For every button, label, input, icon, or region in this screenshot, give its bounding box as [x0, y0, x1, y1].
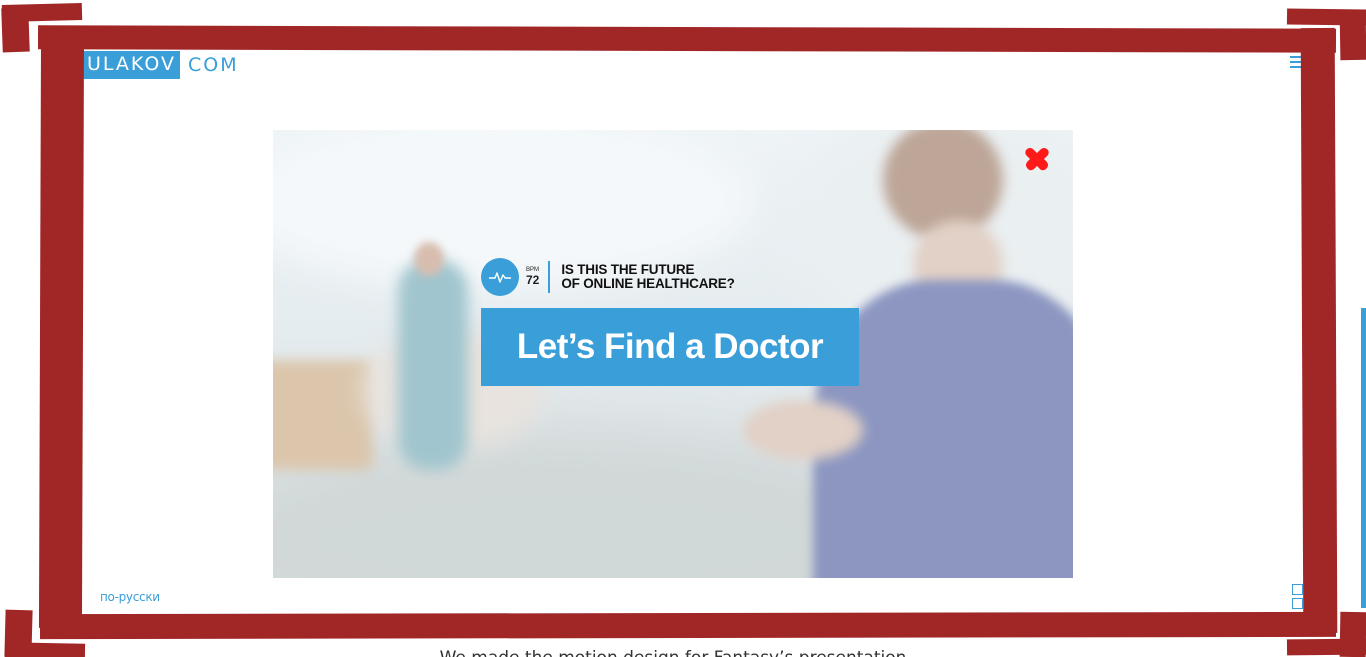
close-icon[interactable] — [1022, 144, 1052, 174]
headline-divider — [548, 261, 551, 293]
logo-box-text: ULAKOV — [83, 51, 180, 79]
logo-rest-text: COM — [187, 54, 239, 76]
frame-bottom — [39, 611, 1337, 640]
tagline-line-1: IS THIS THE FUTURE — [561, 262, 695, 277]
video-player[interactable]: BPM 72 IS THIS THE FUTURE OF ONLINE HEAL… — [273, 130, 1073, 578]
language-link[interactable]: по-русски — [100, 590, 160, 604]
project-caption: We made the motion design for Fantasy’s … — [0, 648, 1346, 657]
frame-top — [37, 25, 1337, 53]
pulse-icon-graphic — [489, 272, 511, 283]
edge-accent — [1361, 308, 1366, 608]
bpm-readout: BPM 72 — [526, 267, 539, 287]
grid-icon-cell — [1292, 598, 1303, 609]
pulse-icon — [481, 258, 519, 296]
frame-corner-top-right — [1339, 9, 1366, 61]
page: ULAKOV COM BPM 72 IS THIS THE FUTURE OF … — [0, 0, 1366, 657]
grid-icon[interactable] — [1292, 584, 1303, 610]
frame-right — [1300, 27, 1338, 634]
close-icon-graphic — [1025, 148, 1049, 171]
find-doctor-button[interactable]: Let’s Find a Doctor — [481, 308, 859, 386]
site-logo[interactable]: ULAKOV COM — [83, 51, 239, 79]
grid-icon-cell — [1292, 584, 1303, 595]
frame-corner-top-left — [1, 7, 30, 53]
headline-row: BPM 72 IS THIS THE FUTURE OF ONLINE HEAL… — [481, 258, 735, 296]
frame-left — [38, 27, 85, 629]
tagline: IS THIS THE FUTURE OF ONLINE HEALTHCARE? — [561, 263, 734, 291]
bpm-value: 72 — [526, 273, 540, 287]
tagline-line-2: OF ONLINE HEALTHCARE? — [561, 276, 735, 291]
